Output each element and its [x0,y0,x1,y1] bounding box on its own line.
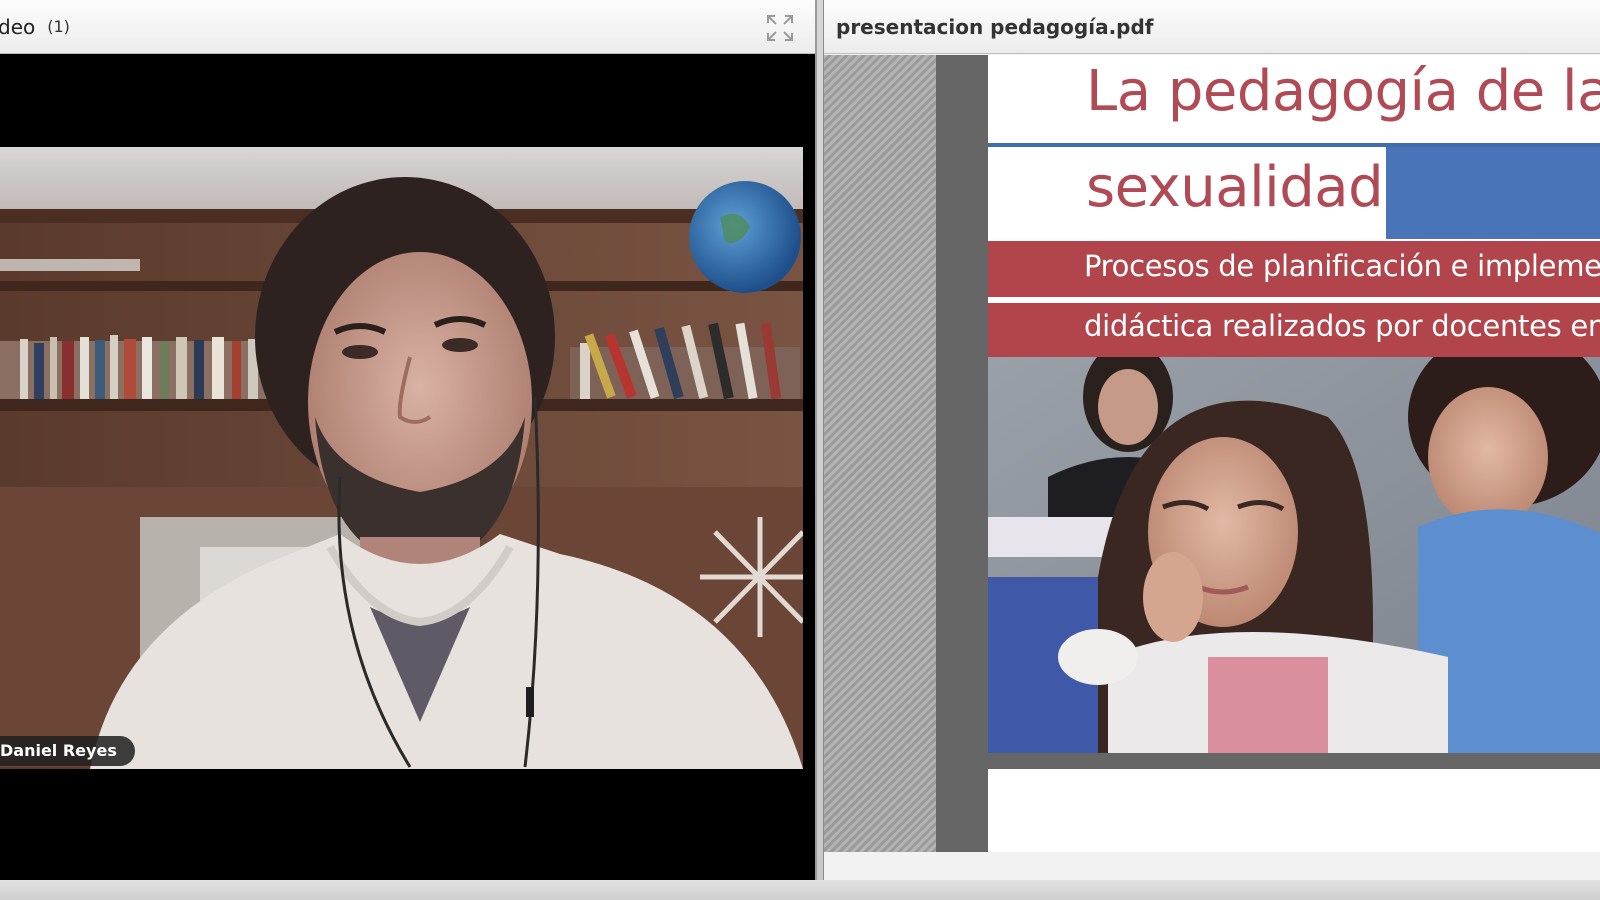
video-pod-title: deo [0,14,36,39]
slide-photo [988,357,1600,753]
slide-accent-block [1386,147,1600,239]
video-pod-header: deo (1) [0,0,815,54]
participant-count: (1) [47,17,70,36]
slide-subtitle-band-1: Procesos de planificación e implementaci… [988,241,1600,297]
page-shadow [936,55,988,852]
slide-subtitle-band-2: didáctica realizados por docentes en [988,303,1600,357]
slide-title-line2: sexualidad [1086,155,1384,220]
slide-subtitle-line2: didáctica realizados por docentes en [1084,309,1600,343]
slide-subtitle-line1: Procesos de planificación e implementaci… [1084,249,1600,283]
video-stream-area[interactable]: Daniel Reyes [0,55,815,880]
viewer-gutter [824,55,936,852]
video-pod: deo (1) Daniel Reyes [0,0,817,880]
expand-icon[interactable] [765,13,795,43]
document-pod-header: presentacion pedagogía.pdf [824,0,1600,54]
document-filename: presentacion pedagogía.pdf [836,14,1154,39]
webcam-feed [0,147,803,769]
meeting-window: deo (1) Daniel Reyes presentacion pedago… [0,0,1600,900]
slide-page: La pedagogía de la sexualidad Procesos d… [988,55,1600,852]
document-viewer[interactable]: La pedagogía de la sexualidad Procesos d… [824,55,1600,852]
page-break [988,753,1600,769]
slide-title-line1: La pedagogía de la [1086,59,1600,124]
participant-name-tag: Daniel Reyes [0,736,135,766]
document-pod: presentacion pedagogía.pdf La pedagogía … [823,0,1600,880]
bottom-bar [0,880,1600,900]
